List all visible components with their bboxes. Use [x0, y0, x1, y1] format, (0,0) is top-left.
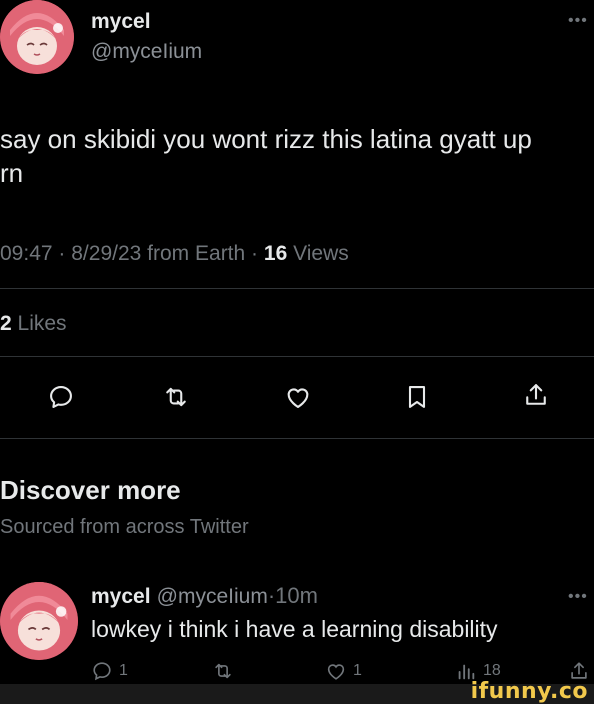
- divider: [0, 288, 594, 289]
- likes-row[interactable]: 2 Likes: [0, 312, 67, 336]
- heart-icon: [287, 388, 309, 408]
- avatar-image: [0, 582, 78, 660]
- views-label: Views: [293, 242, 349, 265]
- tweet-date[interactable]: 8/29/23: [71, 242, 141, 265]
- likes-count: 2: [0, 312, 12, 335]
- tweet-time[interactable]: 09:47: [0, 242, 53, 265]
- tweet-text-line-1: say on skibidi you wont rizz this latina…: [0, 124, 532, 154]
- avatar[interactable]: [0, 0, 74, 74]
- avatar-image: [0, 0, 74, 74]
- likes-label: Likes: [17, 312, 67, 335]
- divider: [0, 356, 594, 357]
- bookmark-icon: [408, 386, 426, 408]
- reply-display-name[interactable]: mycel: [91, 585, 151, 608]
- reply-age[interactable]: 10m: [275, 583, 318, 608]
- reply-ellipsis-icon[interactable]: •••: [568, 588, 588, 606]
- tweet-text-line-2: rn: [0, 158, 24, 188]
- reply-like-button[interactable]: 1: [325, 660, 362, 682]
- display-name[interactable]: mycel: [91, 10, 151, 34]
- retweet-icon: [166, 387, 186, 407]
- separator: ·: [251, 242, 259, 265]
- heart-icon: [327, 664, 345, 680]
- reply-icon: [93, 662, 111, 681]
- reply-count: 1: [119, 662, 128, 679]
- handle[interactable]: @myceIium: [91, 40, 202, 64]
- reply-handle[interactable]: @myceIium: [157, 585, 268, 608]
- reply-reply-button[interactable]: 1: [91, 660, 128, 682]
- tweet-meta: 09:47 · 8/29/23 from Earth · 16 Views: [0, 242, 349, 266]
- like-count: 1: [353, 662, 362, 679]
- divider: [0, 438, 594, 439]
- reply-button[interactable]: [47, 383, 75, 411]
- discover-title: Discover more: [0, 475, 181, 505]
- ellipsis-icon[interactable]: •••: [568, 12, 588, 30]
- like-button[interactable]: [284, 383, 312, 411]
- separator: ·: [58, 242, 66, 265]
- bookmark-button[interactable]: [403, 383, 431, 411]
- reply-icon: [50, 386, 72, 408]
- tweet-text: say on skibidi you wont rizz this latina…: [0, 122, 594, 190]
- share-button[interactable]: [522, 381, 550, 409]
- share-icon: [526, 384, 546, 405]
- reply-avatar[interactable]: [0, 582, 78, 660]
- retweet-icon: [215, 663, 231, 679]
- retweet-button[interactable]: [162, 383, 190, 411]
- reply-retweet-button[interactable]: [212, 660, 240, 682]
- views-count: 16: [263, 242, 288, 265]
- discover-subtitle: Sourced from across Twitter: [0, 516, 249, 538]
- views-count: 18: [483, 662, 501, 679]
- reply-header: mycel @myceIium·10m: [91, 583, 318, 609]
- tweet-source: from Earth: [147, 242, 246, 265]
- watermark: ifunny.co: [470, 679, 588, 704]
- reply-text: lowkey i think i have a learning disabil…: [91, 616, 498, 642]
